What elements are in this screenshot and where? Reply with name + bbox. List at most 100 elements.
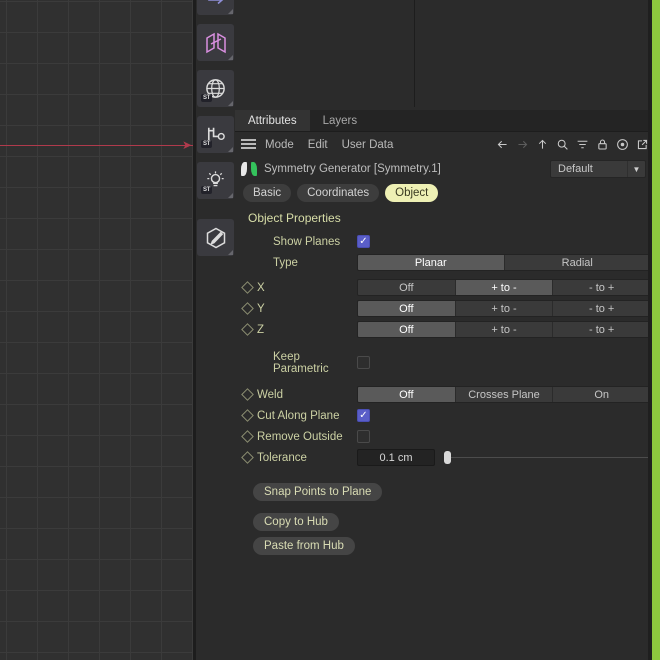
segment-x-plus-to-minus[interactable]: + to - — [455, 280, 554, 295]
label-x: X — [257, 281, 265, 294]
copy-to-hub-button[interactable]: Copy to Hub — [253, 513, 339, 531]
object-header-row: Symmetry Generator [Symmetry.1] Default … — [235, 157, 652, 181]
back-arrow-icon[interactable] — [496, 138, 509, 151]
object-name-label: Symmetry Generator [Symmetry.1] — [264, 163, 441, 175]
menu-edit[interactable]: Edit — [308, 139, 328, 151]
segmented-control-weld: Off Crosses Plane On — [357, 386, 651, 403]
toolbar-expand-corner — [228, 250, 233, 255]
hamburger-menu-icon[interactable] — [241, 139, 256, 150]
keyframe-diamond-icon[interactable] — [241, 451, 254, 464]
toolbar-item-symmetry-tool[interactable] — [197, 24, 234, 61]
symmetry-object-icon — [241, 161, 257, 177]
segment-weld-crosses-plane[interactable]: Crosses Plane — [455, 387, 554, 402]
property-row-y: Y Off + to - - to + — [235, 298, 652, 319]
label-keep-parametric: Keep Parametric — [273, 350, 329, 375]
tab-attributes[interactable]: Attributes — [235, 110, 310, 131]
keyframe-diamond-icon — [241, 356, 254, 369]
paste-from-hub-button[interactable]: Paste from Hub — [253, 537, 355, 555]
object-properties-panel: Object Properties Show Planes ✓ Type Pla… — [235, 205, 654, 555]
filter-icon[interactable] — [576, 138, 589, 151]
lock-icon[interactable] — [596, 138, 609, 151]
segment-y-off[interactable]: Off — [358, 301, 456, 316]
toolbar-badge-st: ST — [201, 186, 213, 194]
button-row-copy: Copy to Hub — [235, 512, 652, 531]
subtab-basic[interactable]: Basic — [243, 184, 292, 202]
segmented-control-y: Off + to - - to + — [357, 300, 651, 317]
segment-type-radial[interactable]: Radial — [504, 255, 650, 270]
chevron-down-icon: ▼ — [627, 161, 645, 177]
toolbar-expand-corner — [228, 193, 233, 198]
checkbox-cut-along-plane[interactable]: ✓ — [357, 409, 370, 422]
snap-points-to-plane-button[interactable]: Snap Points to Plane — [253, 483, 383, 501]
viewport-3d[interactable]: ➤ — [0, 0, 193, 660]
toolbar-expand-corner — [228, 9, 233, 14]
segmented-control-x: Off + to - - to + — [357, 279, 651, 296]
toolbar-item-array-arrow-tool[interactable] — [197, 0, 234, 15]
target-record-icon[interactable] — [616, 138, 629, 151]
checkbox-show-planes[interactable]: ✓ — [357, 235, 370, 248]
search-icon[interactable] — [556, 138, 569, 151]
array-arrow-icon — [207, 0, 223, 4]
attribute-manager-menubar: Mode Edit User Data — [235, 132, 652, 157]
segment-weld-off[interactable]: Off — [358, 387, 456, 402]
button-row-paste: Paste from Hub — [235, 536, 652, 555]
segmented-control-type: Planar Radial — [357, 254, 651, 271]
slider-tolerance[interactable] — [440, 449, 654, 466]
checkbox-keep-parametric[interactable]: ✓ — [357, 356, 370, 369]
toolbar-expand-corner — [228, 147, 233, 152]
segment-z-minus-to-plus[interactable]: - to + — [553, 322, 650, 337]
toolbar-item-light-tool[interactable]: ST — [197, 162, 234, 199]
top-panel-right — [416, 0, 652, 107]
forward-arrow-icon[interactable] — [516, 138, 529, 151]
toolbar-expand-corner — [228, 101, 233, 106]
keyframe-diamond-icon[interactable] — [241, 430, 254, 443]
window-accent-edge-right — [652, 0, 660, 660]
segment-weld-on[interactable]: On — [553, 387, 650, 402]
tab-layers[interactable]: Layers — [309, 110, 371, 131]
segment-x-off[interactable]: Off — [358, 280, 456, 295]
attribute-manager: Attributes Layers Mode Edit User Data Sy… — [235, 110, 654, 660]
slider-track — [448, 457, 654, 458]
property-row-type: Type Planar Radial — [235, 252, 652, 273]
subtab-coordinates[interactable]: Coordinates — [297, 184, 380, 202]
keyframe-diamond-icon[interactable] — [241, 323, 254, 336]
keyframe-diamond-icon[interactable] — [241, 302, 254, 315]
property-row-tolerance: Tolerance 0.1 cm — [235, 447, 654, 468]
label-cut-along-plane: Cut Along Plane — [257, 409, 340, 422]
segment-type-planar[interactable]: Planar — [358, 255, 505, 270]
slider-knob[interactable] — [444, 451, 451, 464]
subtab-object[interactable]: Object — [385, 184, 439, 202]
mode-toolbar: ST ST ST — [196, 0, 235, 660]
segment-y-plus-to-minus[interactable]: + to - — [455, 301, 554, 316]
preset-value: Default — [558, 163, 593, 175]
label-remove-outside: Remove Outside — [257, 430, 343, 443]
property-row-keep-parametric: Keep Parametric ✓ — [235, 350, 652, 375]
segmented-control-z: Off + to - - to + — [357, 321, 651, 338]
label-show-planes: Show Planes — [273, 235, 341, 248]
section-title-object-properties: Object Properties — [248, 211, 341, 225]
segment-z-plus-to-minus[interactable]: + to - — [455, 322, 554, 337]
keyframe-diamond-icon[interactable] — [241, 409, 254, 422]
segment-x-minus-to-plus[interactable]: - to + — [553, 280, 650, 295]
keyframe-diamond-icon[interactable] — [241, 281, 254, 294]
keyframe-diamond-icon[interactable] — [241, 388, 254, 401]
input-tolerance[interactable]: 0.1 cm — [357, 449, 435, 466]
label-type: Type — [273, 256, 298, 269]
toolbar-expand-corner — [228, 55, 233, 60]
toolbar-item-globe-tool[interactable]: ST — [197, 70, 234, 107]
menu-user-data[interactable]: User Data — [342, 139, 394, 151]
checkbox-remove-outside[interactable]: ✓ — [357, 430, 370, 443]
toolbar-item-connector-tool[interactable]: ST — [197, 116, 234, 153]
application-window: ➤ ST ST ST Attributes Layers Mode Edit U… — [0, 0, 660, 660]
preset-dropdown[interactable]: Default ▼ — [550, 160, 646, 178]
up-arrow-icon[interactable] — [536, 138, 549, 151]
property-row-weld: Weld Off Crosses Plane On — [235, 384, 652, 405]
toolbar-item-sculpt-pen-tool[interactable] — [197, 219, 234, 256]
sculpt-pen-icon — [206, 227, 225, 248]
segment-z-off[interactable]: Off — [358, 322, 456, 337]
property-row-cut-along-plane: Cut Along Plane ✓ — [235, 405, 652, 426]
symmetry-icon — [205, 32, 226, 53]
button-row-snap: Snap Points to Plane — [235, 482, 652, 501]
menu-mode[interactable]: Mode — [265, 139, 294, 151]
segment-y-minus-to-plus[interactable]: - to + — [553, 301, 650, 316]
